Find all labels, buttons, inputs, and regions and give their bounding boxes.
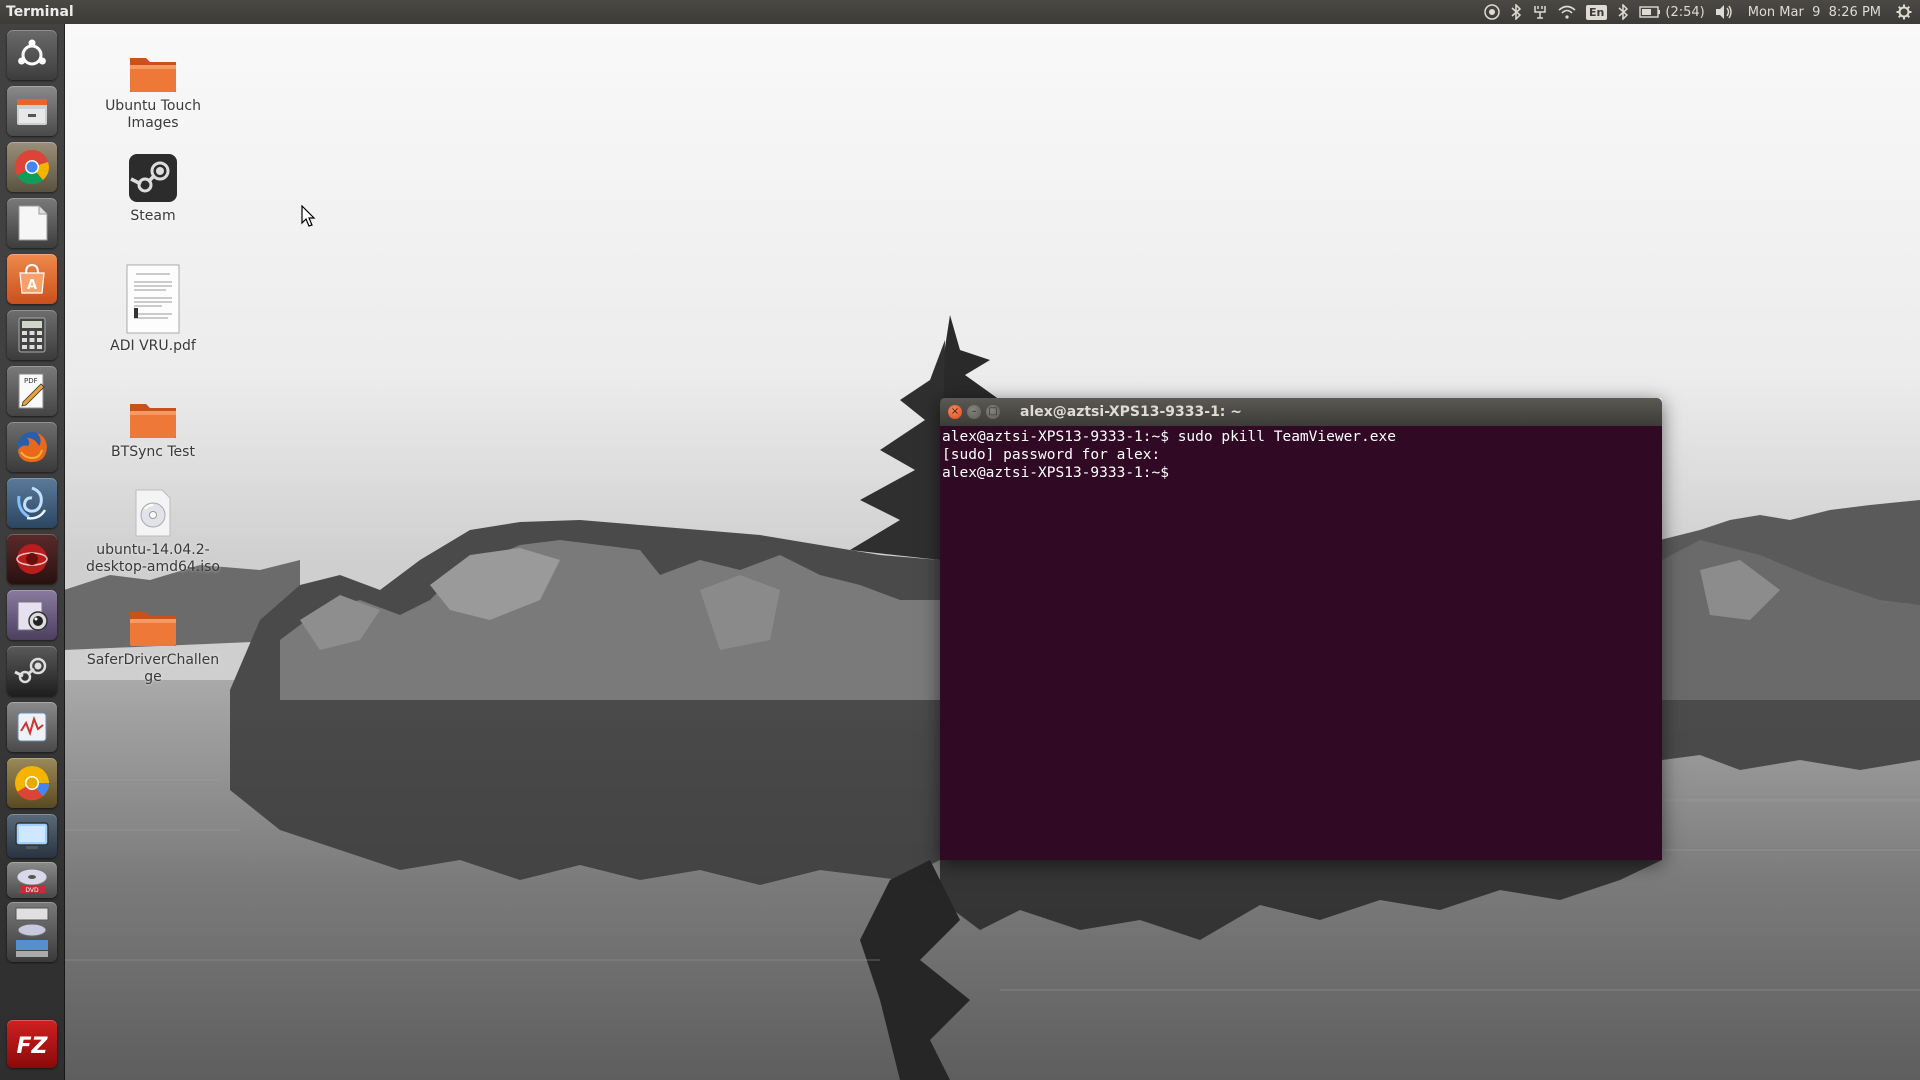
chrome-icon xyxy=(15,150,50,185)
terminal-titlebar[interactable]: × – □ alex@aztsi-XPS13-9333-1: ~ xyxy=(940,398,1662,426)
launcher-software-center[interactable]: A xyxy=(7,254,57,304)
desktop-icon-btsync-test[interactable]: BTSync Test xyxy=(78,376,228,461)
terminal-window[interactable]: × – □ alex@aztsi-XPS13-9333-1: ~ alex@az… xyxy=(940,398,1662,860)
launcher-disk-burner[interactable]: DVD xyxy=(7,862,57,898)
steam-icon xyxy=(129,154,177,202)
folder-icon xyxy=(130,612,176,646)
launcher-chrome-canary[interactable] xyxy=(7,758,57,808)
svg-text:DVD: DVD xyxy=(25,887,39,894)
launcher-firefox[interactable] xyxy=(7,422,57,472)
desktop-icon-label: Ubuntu Touch Images xyxy=(105,98,201,131)
battery-time: (2:54) xyxy=(1665,4,1705,20)
blank-document-icon xyxy=(18,205,48,241)
steam-icon xyxy=(14,657,47,684)
disc-image-icon xyxy=(135,489,171,537)
launcher-monitor[interactable] xyxy=(7,702,57,752)
close-button[interactable]: × xyxy=(948,405,962,419)
launcher-workspaces[interactable] xyxy=(7,902,57,962)
system-monitor-icon xyxy=(17,712,47,742)
desktop-screen: Terminal En (2:54) Mon Mar 9 8:26 PM A P… xyxy=(0,0,1920,1080)
folder-icon xyxy=(130,58,176,92)
workspace-icon xyxy=(15,907,49,957)
maximize-button[interactable]: □ xyxy=(986,405,1000,419)
shopping-bag-icon: A xyxy=(19,263,45,294)
battery-indicator[interactable]: (2:54) xyxy=(1634,0,1709,24)
active-app-title: Terminal xyxy=(6,4,74,20)
terminal-line: alex@aztsi-XPS13-9333-1:~$ sudo pkill Te… xyxy=(942,429,1396,445)
launcher-dash[interactable] xyxy=(7,30,57,80)
pdf-document-icon xyxy=(126,264,180,334)
gear-icon[interactable] xyxy=(1891,0,1920,24)
launcher-pdf-editor[interactable]: PDF xyxy=(7,366,57,416)
clock[interactable]: Mon Mar 9 8:26 PM xyxy=(1738,0,1891,24)
desktop-icon-label: BTSync Test xyxy=(111,444,195,460)
indicator-area: En (2:54) Mon Mar 9 8:26 PM xyxy=(1479,0,1920,24)
language-label: En xyxy=(1586,4,1608,20)
launcher: A PDF DVD FZ xyxy=(0,24,65,1080)
launcher-swirl-app[interactable] xyxy=(7,478,57,528)
bluetooth-icon[interactable] xyxy=(1612,0,1634,24)
screen-icon xyxy=(15,822,49,849)
wifi-icon[interactable] xyxy=(1553,0,1581,24)
desktop-icon-adi-vru-pdf[interactable]: ADI VRU.pdf xyxy=(78,264,228,355)
swirl-icon xyxy=(17,486,47,520)
terminal-output[interactable]: alex@aztsi-XPS13-9333-1:~$ sudo pkill Te… xyxy=(940,426,1662,860)
desktop-icon-steam[interactable]: Steam xyxy=(78,140,228,225)
launcher-red-app[interactable] xyxy=(7,534,57,584)
terminal-title: alex@aztsi-XPS13-9333-1: ~ xyxy=(1020,404,1243,420)
desktop-icon-label: Steam xyxy=(130,208,176,224)
battery-icon xyxy=(1639,6,1661,18)
red-globe-icon xyxy=(16,544,48,574)
svg-text:FZ: FZ xyxy=(17,1034,49,1059)
launcher-text-editor[interactable] xyxy=(7,198,57,248)
terminal-line: [sudo] password for alex: xyxy=(942,447,1161,463)
calculator-icon xyxy=(18,317,46,353)
desktop-icon-ubuntu-touch-images[interactable]: Ubuntu Touch Images xyxy=(78,30,228,132)
ubuntu-logo-icon xyxy=(18,39,46,66)
launcher-files[interactable] xyxy=(7,86,57,136)
firefox-icon xyxy=(17,432,47,462)
launcher-chrome[interactable] xyxy=(7,142,57,192)
volume-icon[interactable] xyxy=(1710,0,1738,24)
bluetooth-icon[interactable] xyxy=(1505,0,1527,24)
filezilla-icon: FZ xyxy=(17,1034,49,1059)
minimize-button[interactable]: – xyxy=(967,405,981,419)
desktop-icon-safer-driver-challenge[interactable]: SaferDriverChallenge xyxy=(78,584,228,686)
webcam-icon xyxy=(17,601,48,631)
launcher-virtualbox[interactable] xyxy=(7,814,57,858)
chrome-yellow-icon xyxy=(15,766,50,801)
svg-text:PDF: PDF xyxy=(24,377,38,385)
svg-text:A: A xyxy=(27,278,37,293)
mouse-pointer-icon xyxy=(301,205,316,227)
pdf-pen-icon: PDF xyxy=(18,373,45,409)
launcher-calculator[interactable] xyxy=(7,310,57,360)
network-tray-icon[interactable] xyxy=(1527,0,1553,24)
disc-icon: DVD xyxy=(16,868,48,894)
desktop-icon-label: SaferDriverChallenge xyxy=(86,652,220,685)
desktop-icon-ubuntu-iso[interactable]: ubuntu-14.04.2-desktop-amd64.iso xyxy=(78,474,228,576)
launcher-steam[interactable] xyxy=(7,646,57,696)
launcher-filezilla[interactable]: FZ xyxy=(7,1020,57,1068)
desktop-icon-label: ADI VRU.pdf xyxy=(110,338,196,354)
launcher-webcam[interactable] xyxy=(7,590,57,640)
keyboard-language-icon[interactable]: En xyxy=(1581,0,1612,24)
telegram-icon[interactable] xyxy=(1479,0,1505,24)
folder-icon xyxy=(130,404,176,438)
terminal-prompt-line: alex@aztsi-XPS13-9333-1:~$ xyxy=(942,465,1178,481)
top-panel: Terminal En (2:54) Mon Mar 9 8:26 PM xyxy=(0,0,1920,24)
file-cabinet-icon xyxy=(17,99,47,125)
desktop-icon-label: ubuntu-14.04.2-desktop-amd64.iso xyxy=(85,542,220,575)
